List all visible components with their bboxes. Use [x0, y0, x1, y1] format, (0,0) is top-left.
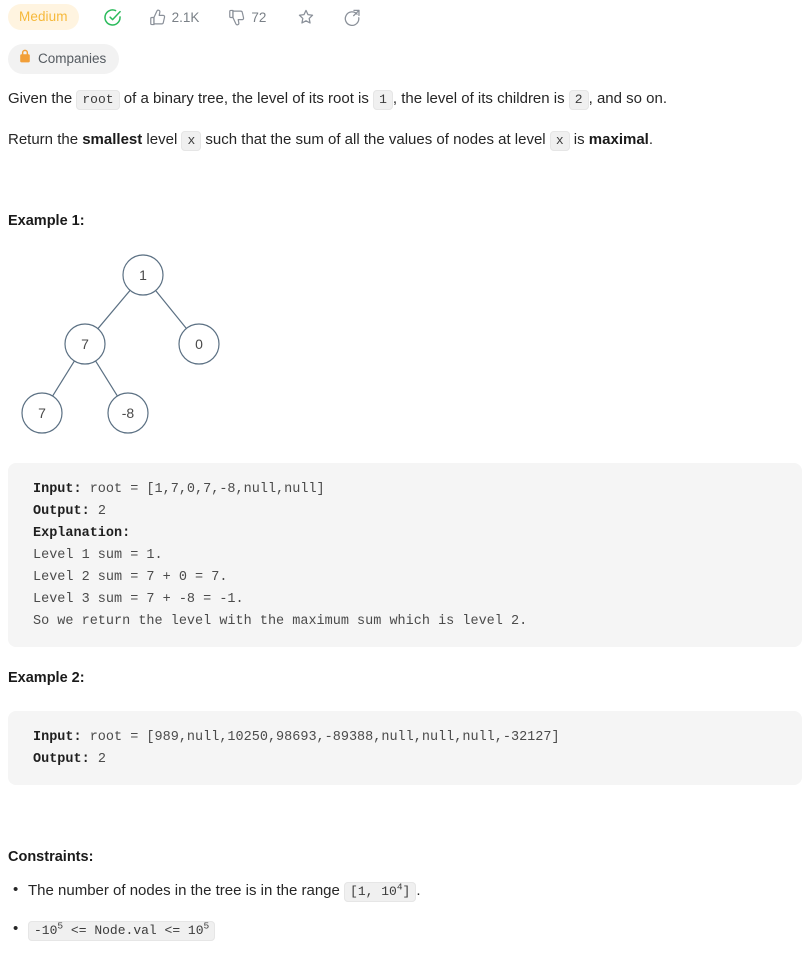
- text-segment: Return the: [8, 131, 83, 148]
- inline-code-root: root: [76, 90, 120, 110]
- constraint-item-node-count: The number of nodes in the tree is in th…: [8, 879, 788, 903]
- lock-icon: [19, 49, 31, 68]
- constraints-list: The number of nodes in the tree is in th…: [8, 879, 788, 958]
- tree-nodes: 1 7 0 7 -8: [21, 254, 220, 434]
- tree-edge: [52, 360, 75, 397]
- exponent: 5: [203, 920, 210, 932]
- share-icon: [343, 8, 361, 26]
- text-segment: , the level of its children is: [392, 90, 569, 107]
- output-value: 2: [89, 752, 106, 767]
- text-segment: , and so on.: [588, 90, 668, 107]
- like-button[interactable]: 2.1K: [149, 9, 200, 26]
- star-icon: [297, 8, 315, 26]
- tree-edge: [95, 360, 118, 397]
- tree-node-label: 7: [81, 336, 89, 352]
- text-segment: level: [142, 131, 182, 148]
- inline-code-x-1: x: [181, 131, 202, 151]
- dislike-button[interactable]: 72: [228, 9, 266, 26]
- difficulty-badge[interactable]: Medium: [8, 3, 79, 31]
- output-label: Output:: [33, 752, 90, 767]
- inline-code-level-two: 2: [568, 90, 589, 110]
- example-2-code-block: Input: root = [989,null,10250,98693,-893…: [8, 711, 802, 785]
- text-segment: The number of nodes in the tree is in th…: [28, 882, 345, 899]
- explanation-line: Level 3 sum = 7 + -8 = -1.: [33, 592, 244, 607]
- example-1-code-block: Input: root = [1,7,0,7,-8,null,null] Out…: [8, 463, 802, 647]
- inline-code-level-one: 1: [373, 90, 393, 110]
- companies-label: Companies: [38, 50, 107, 66]
- dislike-count: 72: [251, 9, 267, 25]
- tree-node-label: -8: [122, 405, 135, 421]
- output-value: 2: [89, 504, 106, 519]
- input-value: root = [1,7,0,7,-8,null,null]: [81, 482, 325, 497]
- companies-badge[interactable]: Companies: [8, 44, 120, 74]
- text-segment: .: [648, 131, 654, 148]
- explanation-line: Level 2 sum = 7 + 0 = 7.: [33, 570, 228, 585]
- output-label: Output:: [33, 504, 90, 519]
- problem-meta-row: Medium 2.1K 72: [8, 3, 361, 31]
- emphasis-maximal: maximal: [588, 131, 649, 148]
- check-circle-icon: [103, 8, 122, 27]
- example-2-heading: Example 2:: [8, 670, 85, 686]
- tree-edge: [155, 290, 187, 329]
- tree-node-label: 7: [38, 405, 46, 421]
- like-count: 2.1K: [171, 9, 200, 25]
- inline-code-node-range: [1, 104]: [344, 882, 417, 902]
- text-segment: ]: [402, 884, 411, 899]
- binary-tree-diagram: 1 7 0 7 -8: [21, 254, 220, 434]
- problem-description-panel: Medium 2.1K 72 Companies Given the root …: [0, 0, 802, 952]
- text-segment: Given the: [8, 90, 77, 107]
- problem-statement-paragraph-2: Return the smallest level x such that th…: [8, 129, 653, 152]
- solved-status-button[interactable]: [103, 8, 122, 27]
- input-label: Input:: [33, 730, 82, 745]
- inline-code-x-2: x: [549, 131, 570, 151]
- constraints-heading: Constraints:: [8, 849, 94, 865]
- tree-node-label: 0: [195, 336, 203, 352]
- explanation-line: Level 1 sum = 1.: [33, 548, 163, 563]
- share-button[interactable]: [343, 8, 361, 26]
- input-value: root = [989,null,10250,98693,-89388,null…: [81, 730, 560, 745]
- inline-code-value-range: -105 <= Node.val <= 105: [28, 920, 216, 941]
- text-segment: .: [416, 882, 421, 899]
- constraint-item-node-value: -105 <= Node.val <= 105: [8, 918, 788, 942]
- emphasis-smallest: smallest: [82, 131, 143, 148]
- input-label: Input:: [33, 482, 82, 497]
- tree-node-label: 1: [139, 267, 147, 283]
- favorite-button[interactable]: [297, 8, 315, 26]
- text-segment: such that the sum of all the values of n…: [201, 131, 550, 148]
- tree-edge: [97, 289, 131, 330]
- thumbs-down-icon: [228, 9, 245, 26]
- example-1-heading: Example 1:: [8, 213, 85, 229]
- problem-statement-paragraph-1: Given the root of a binary tree, the lev…: [8, 88, 667, 111]
- text-segment: [1, 10: [350, 884, 397, 899]
- thumbs-up-icon: [149, 9, 166, 26]
- text-segment: is: [569, 131, 589, 148]
- text-segment: <= Node.val <= 10: [63, 923, 204, 938]
- explanation-label: Explanation:: [33, 526, 131, 541]
- text-segment: -10: [34, 923, 58, 938]
- text-segment: of a binary tree, the level of its root …: [119, 90, 374, 107]
- explanation-line: So we return the level with the maximum …: [33, 614, 528, 629]
